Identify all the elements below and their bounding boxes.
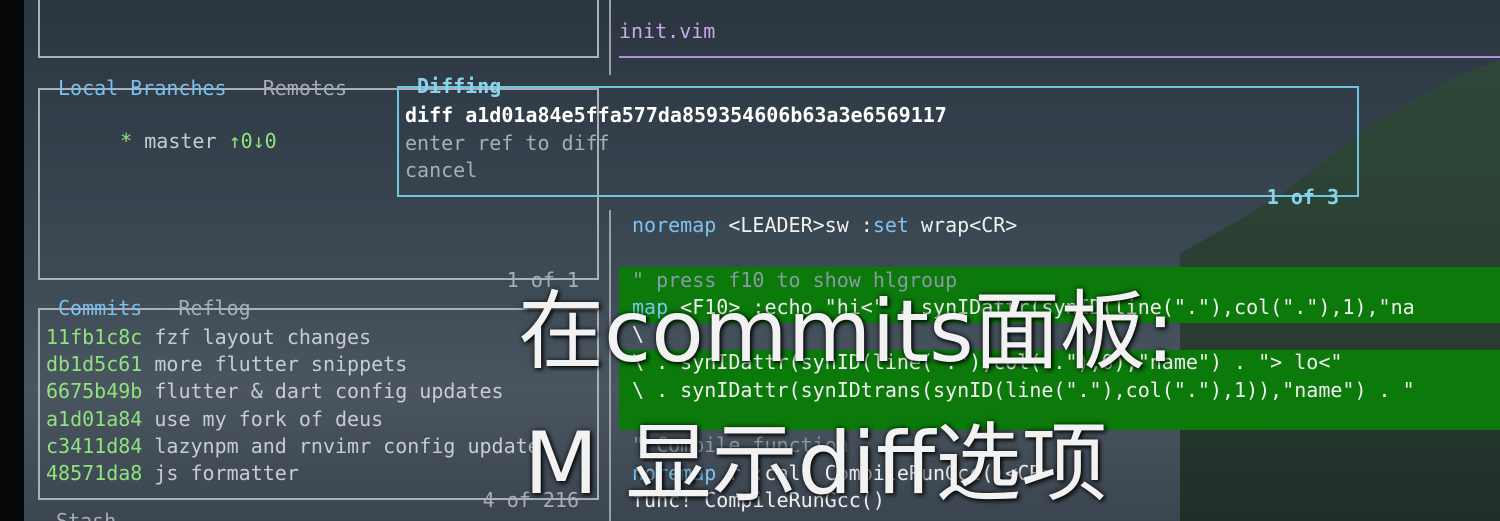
branch-sync-status: ↑0↓0 (228, 129, 277, 153)
commit-hash: db1d5c61 (46, 352, 143, 376)
subtitle-line-2: M 显示diff选项 (524, 414, 1108, 514)
commit-row[interactable]: 11fb1c8c fzf layout changes (46, 324, 371, 350)
diff-menu-pagination: 1 of 3 (1266, 185, 1339, 209)
subtitle-line-1: 在commits面板: (518, 282, 1175, 382)
commit-message: js formatter (154, 461, 299, 485)
code-token: <LEADER>sw : (716, 213, 873, 237)
commit-hash: a1d01a84 (46, 407, 143, 431)
status-panel[interactable] (38, 0, 599, 58)
branch-row[interactable]: * master ↑0↓0 (72, 102, 277, 180)
branches-tab[interactable]: Local Branches (58, 76, 227, 100)
commit-message: more flutter snippets (154, 352, 408, 376)
diff-option[interactable]: cancel (405, 157, 477, 183)
commit-message: lazynpm and rnvimr config update (154, 434, 540, 458)
code-token: wrap<CR> (908, 213, 1018, 237)
stash-panel-title[interactable]: Stash (56, 508, 116, 521)
commit-hash: 11fb1c8c (46, 325, 143, 349)
diff-menu: Diffing diff a1d01a84e5ffa577da859354606… (397, 74, 1359, 209)
commit-message: use my fork of deus (154, 407, 384, 431)
code-token: noremap (632, 213, 717, 237)
commit-hash: 6675b49b (46, 379, 143, 403)
diff-option-selected[interactable]: diff a1d01a84e5ffa577da859354606b63a3e65… (405, 102, 947, 128)
reflog-tab[interactable]: Reflog (178, 296, 250, 320)
title-separator: - (142, 296, 179, 320)
current-branch-marker: * (120, 129, 133, 153)
commits-tab[interactable]: Commits (58, 296, 142, 320)
commit-row[interactable]: db1d5c61 more flutter snippets (46, 351, 407, 377)
commit-row[interactable]: c3411d84 lazynpm and rnvimr config updat… (46, 433, 540, 459)
commit-row[interactable]: 6675b49b flutter & dart config updates (46, 378, 504, 404)
commit-row[interactable]: 48571da8 js formatter (46, 460, 299, 486)
editor-tab-underline (619, 56, 1500, 58)
commits-panel[interactable]: Commits - Reflog 11fb1c8c fzf layout cha… (38, 296, 599, 512)
commit-row[interactable]: a1d01a84 use my fork of deus (46, 406, 383, 432)
diff-option[interactable]: enter ref to diff (405, 130, 610, 156)
commit-message: fzf layout changes (154, 325, 372, 349)
code-line[interactable]: noremap <LEADER>sw :set wrap<CR> (632, 212, 1017, 238)
editor-tab[interactable]: init.vim (619, 18, 715, 44)
commit-hash: c3411d84 (46, 434, 143, 458)
code-token: set (872, 213, 909, 237)
title-separator: - (226, 76, 263, 100)
commit-message: flutter & dart config updates (154, 379, 504, 403)
pane-divider (609, 0, 611, 75)
window-edge (0, 0, 24, 521)
commit-hash: 48571da8 (46, 461, 143, 485)
branch-name: master (144, 129, 217, 153)
remotes-tab[interactable]: Remotes (263, 76, 347, 100)
diff-menu-title: Diffing (417, 74, 502, 98)
